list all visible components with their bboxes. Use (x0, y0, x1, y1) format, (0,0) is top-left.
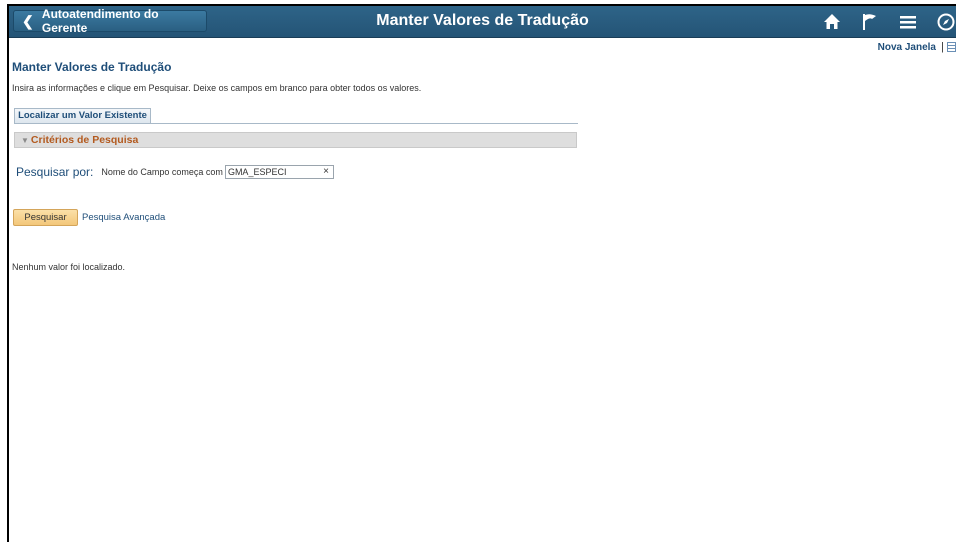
search-button[interactable]: Pesquisar (13, 209, 78, 226)
clear-icon[interactable]: × (323, 166, 329, 178)
flag-icon[interactable] (860, 12, 880, 32)
top-navigation-bar: ❮ Autoatendimento do Gerente Manter Valo… (9, 6, 956, 38)
page-title: Manter Valores de Tradução (12, 60, 172, 74)
header-actions (804, 6, 956, 37)
new-window-link[interactable]: Nova Janela (878, 42, 936, 53)
back-button[interactable]: ❮ Autoatendimento do Gerente (13, 7, 207, 35)
toolbar-separator: | (941, 41, 944, 53)
instructions-text: Insira as informações e clique em Pesqui… (12, 83, 422, 93)
search-criteria-section-header[interactable]: ▼ Critérios de Pesquisa (14, 132, 577, 148)
search-by-label: Pesquisar por: (16, 165, 94, 179)
home-icon[interactable] (822, 12, 842, 32)
search-criteria-label: Critérios de Pesquisa (30, 134, 139, 146)
tab-find-existing-value[interactable]: Localizar um Valor Existente (14, 108, 151, 123)
field-name-value: GMA_ESPECI (227, 167, 287, 177)
navbar-compass-icon[interactable] (936, 12, 956, 32)
chevron-left-icon: ❮ (22, 12, 34, 29)
field-name-input[interactable]: GMA_ESPECI × (224, 165, 334, 179)
advanced-search-link[interactable]: Pesquisa Avançada (82, 212, 165, 223)
no-results-message: Nenhum valor foi localizado. (12, 262, 126, 272)
tab-underline (14, 123, 578, 124)
field-name-label: Nome do Campo começa com (101, 167, 223, 177)
menu-icon[interactable] (898, 12, 918, 32)
back-button-label: Autoatendimento do Gerente (41, 7, 159, 35)
grid-icon[interactable] (947, 42, 956, 52)
collapse-triangle-icon: ▼ (21, 135, 29, 145)
search-criteria-row: Pesquisar por: Nome do Campo começa com … (16, 165, 334, 179)
window-border-left (7, 4, 9, 542)
